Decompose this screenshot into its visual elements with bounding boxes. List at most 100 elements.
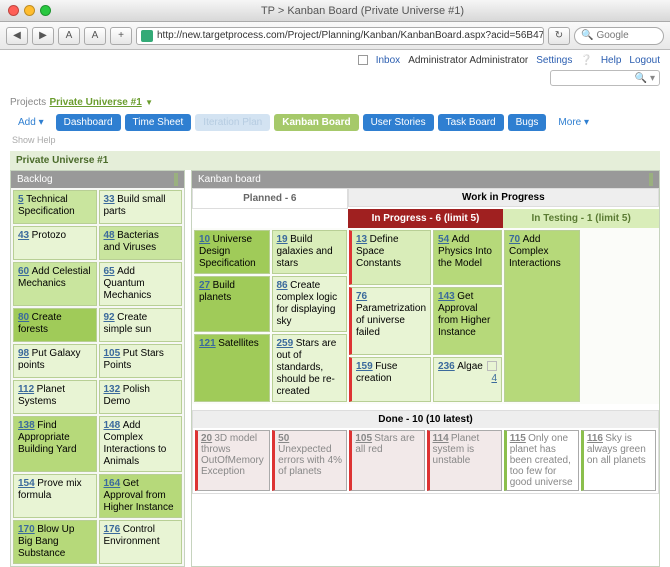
card-id[interactable]: 19 — [277, 234, 288, 245]
card[interactable]: 48 Bacterias and Viruses — [99, 226, 183, 260]
card-id[interactable]: 143 — [438, 291, 455, 302]
minimize-window-button[interactable] — [24, 5, 35, 16]
card-id[interactable]: 259 — [277, 338, 294, 349]
card-id[interactable]: 76 — [356, 291, 367, 302]
card[interactable]: 132 Polish Demo — [99, 380, 183, 414]
card-id[interactable]: 236 — [438, 361, 455, 372]
card[interactable]: 121 Satellites — [194, 334, 270, 402]
card-id[interactable]: 54 — [438, 234, 449, 245]
card[interactable]: 27 Build planets — [194, 276, 270, 332]
font-smaller-button[interactable]: A — [58, 27, 80, 45]
close-window-button[interactable] — [8, 5, 19, 16]
card[interactable]: 98 Put Galaxy points — [13, 344, 97, 378]
card[interactable]: 259 Stars are out of standards, should b… — [272, 334, 348, 402]
card-id[interactable]: 164 — [104, 478, 121, 489]
reload-button[interactable]: ↻ — [548, 27, 570, 45]
card-id[interactable]: 10 — [199, 234, 210, 245]
zoom-window-button[interactable] — [40, 5, 51, 16]
card-id[interactable]: 70 — [509, 234, 520, 245]
show-help-link[interactable]: Show Help — [0, 135, 670, 151]
more-menu[interactable]: More ▾ — [550, 114, 597, 131]
card[interactable]: 143 Get Approval from Higher Instance — [433, 287, 502, 354]
card-id[interactable]: 80 — [18, 312, 29, 323]
card[interactable]: 159 Fuse creation — [349, 357, 431, 402]
card-id[interactable]: 27 — [199, 280, 210, 291]
global-search[interactable]: 🔍 ▾ — [550, 70, 660, 86]
card[interactable]: 43 Protozo — [13, 226, 97, 260]
browser-search[interactable]: 🔍 Google — [574, 27, 664, 45]
card[interactable]: 154 Prove mix formula — [13, 474, 97, 518]
logout-link[interactable]: Logout — [629, 55, 660, 66]
done-card[interactable]: 50 Unexpected errors with 4% of planets — [272, 430, 347, 491]
card-id[interactable]: 5 — [18, 194, 24, 205]
back-button[interactable]: ◀ — [6, 27, 28, 45]
breadcrumb-project[interactable]: Private Universe #1 — [49, 97, 141, 108]
forward-button[interactable]: ▶ — [32, 27, 54, 45]
chevron-down-icon[interactable]: ▼ — [145, 98, 153, 107]
card[interactable]: 138 Find Appropriate Building Yard — [13, 416, 97, 472]
done-card[interactable]: 115 Only one planet has been created, to… — [504, 430, 579, 491]
help-link[interactable]: Help — [601, 55, 622, 66]
card[interactable]: 80 Create forests — [13, 308, 97, 342]
card-id[interactable]: 154 — [18, 478, 35, 489]
url-bar[interactable]: http://new.targetprocess.com/Project/Pla… — [136, 27, 544, 45]
done-row: 20 3D model throws OutOfMemory Exception… — [193, 428, 658, 493]
card[interactable]: 13 Define Space Constants — [349, 230, 431, 285]
add-menu[interactable]: Add ▾ — [10, 114, 52, 131]
card-id[interactable]: 132 — [104, 384, 121, 395]
inbox-link[interactable]: Inbox — [376, 55, 400, 66]
card-id[interactable]: 86 — [277, 280, 288, 291]
tab-kanban[interactable]: Kanban Board — [274, 114, 358, 131]
card[interactable]: 176 Control Environment — [99, 520, 183, 564]
card[interactable]: 60 Add Celestial Mechanics — [13, 262, 97, 306]
card[interactable]: 76 Parametrization of universe failed — [349, 287, 431, 354]
done-card[interactable]: 20 3D model throws OutOfMemory Exception — [195, 430, 270, 491]
card-id[interactable]: 159 — [356, 361, 373, 372]
card[interactable]: 54 Add Physics Into the Model — [433, 230, 502, 285]
settings-link[interactable]: Settings — [536, 55, 572, 66]
font-larger-button[interactable]: A — [84, 27, 106, 45]
card[interactable]: 148 Add Complex Interactions to Animals — [99, 416, 183, 472]
backlog-panel: Backlog 5 Technical Specification33 Buil… — [10, 170, 185, 567]
done-card[interactable]: 116 Sky is always green on all planets — [581, 430, 656, 491]
tab-taskboard[interactable]: Task Board — [438, 114, 504, 131]
card-id[interactable]: 65 — [104, 266, 115, 277]
card-badge[interactable]: 4 — [491, 373, 497, 385]
card-id[interactable]: 148 — [104, 420, 121, 431]
card[interactable]: 33 Build small parts — [99, 190, 183, 224]
card-id[interactable]: 60 — [18, 266, 29, 277]
card[interactable]: 19 Build galaxies and stars — [272, 230, 348, 274]
card[interactable]: 164 Get Approval from Higher Instance — [99, 474, 183, 518]
done-card[interactable]: 105 Stars are all red — [349, 430, 424, 491]
card-id[interactable]: 13 — [356, 234, 367, 245]
card-id[interactable]: 121 — [199, 338, 216, 349]
card[interactable]: 5 Technical Specification — [13, 190, 97, 224]
card-id[interactable]: 112 — [18, 384, 34, 395]
tab-dashboard[interactable]: Dashboard — [56, 114, 121, 131]
expand-icon[interactable] — [651, 173, 653, 186]
card[interactable]: 65 Add Quantum Mechanics — [99, 262, 183, 306]
card-id[interactable]: 98 — [18, 348, 29, 359]
card[interactable]: 86 Create complex logic for displaying s… — [272, 276, 348, 332]
card[interactable]: 10 Universe Design Specification — [194, 230, 270, 274]
card-id[interactable]: 43 — [18, 230, 29, 241]
card-id[interactable]: 33 — [104, 194, 115, 205]
card[interactable]: 92 Create simple sun — [99, 308, 183, 342]
card-id[interactable]: 48 — [104, 230, 115, 241]
tab-bugs[interactable]: Bugs — [508, 114, 547, 131]
tab-userstories[interactable]: User Stories — [363, 114, 434, 131]
expand-icon[interactable] — [176, 173, 178, 186]
card-id[interactable]: 138 — [18, 420, 35, 431]
card[interactable]: 236 Algae4 — [433, 357, 502, 402]
card-id[interactable]: 92 — [104, 312, 115, 323]
card[interactable]: 170 Blow Up Big Bang Substance — [13, 520, 97, 564]
card[interactable]: 105 Put Stars Points — [99, 344, 183, 378]
kanban-column-headers: Planned - 6 Work in Progress — [192, 188, 659, 209]
inbox-checkbox[interactable] — [358, 55, 368, 65]
card[interactable]: 112 Planet Systems — [13, 380, 97, 414]
tab-timesheet[interactable]: Time Sheet — [125, 114, 192, 131]
done-card[interactable]: 114 Planet system is unstable — [427, 430, 502, 491]
card-id[interactable]: 105 — [104, 348, 121, 359]
add-bookmark-button[interactable]: + — [110, 27, 132, 45]
card[interactable]: 70 Add Complex Interactions — [504, 230, 580, 402]
